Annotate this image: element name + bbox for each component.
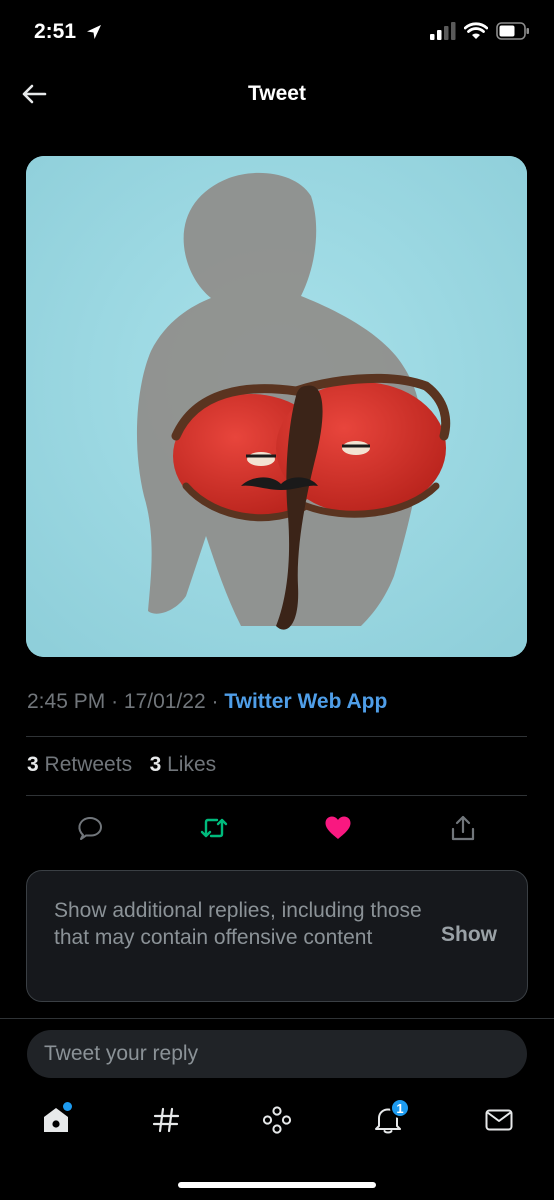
home-notification-dot bbox=[63, 1102, 72, 1111]
status-icons bbox=[430, 22, 530, 40]
retweets-count[interactable]: 3 bbox=[27, 753, 39, 776]
retweet-button[interactable] bbox=[194, 808, 234, 848]
like-icon bbox=[325, 816, 351, 839]
share-icon bbox=[451, 815, 475, 841]
tweet-actions bbox=[0, 808, 554, 848]
mail-icon bbox=[485, 1109, 513, 1131]
tweet-illustration bbox=[26, 156, 527, 657]
meta-separator: · bbox=[111, 690, 119, 713]
likes-label[interactable]: Likes bbox=[167, 753, 216, 776]
share-button[interactable] bbox=[443, 808, 483, 848]
tab-bar: 1 bbox=[0, 1090, 554, 1160]
divider bbox=[26, 736, 527, 737]
tab-home[interactable] bbox=[34, 1098, 78, 1142]
location-arrow-icon bbox=[87, 25, 101, 39]
reply-icon bbox=[78, 817, 102, 840]
reply-box[interactable] bbox=[27, 1030, 527, 1078]
tab-explore[interactable] bbox=[144, 1098, 188, 1142]
retweet-icon bbox=[200, 818, 228, 838]
hashtag-icon bbox=[152, 1107, 180, 1133]
tweet-meta: 2:45 PM · 17/01/22 · Twitter Web App bbox=[27, 690, 387, 714]
tweet-source-link[interactable]: Twitter Web App bbox=[224, 690, 387, 713]
spaces-icon bbox=[262, 1106, 292, 1134]
notifications-badge: 1 bbox=[390, 1098, 410, 1118]
retweets-label[interactable]: Retweets bbox=[45, 753, 133, 776]
battery-icon bbox=[496, 22, 529, 40]
meta-separator: · bbox=[211, 690, 219, 713]
page-title: Tweet bbox=[248, 82, 306, 105]
tweet-date: 17/01/22 bbox=[123, 690, 206, 713]
divider bbox=[26, 795, 527, 796]
tweet-time: 2:45 PM bbox=[27, 690, 106, 713]
wifi-icon bbox=[464, 22, 488, 39]
status-time: 2:51 bbox=[34, 20, 77, 43]
reply-button[interactable] bbox=[70, 808, 110, 848]
header: Tweet bbox=[0, 66, 554, 124]
divider bbox=[0, 1018, 554, 1019]
likes-count[interactable]: 3 bbox=[150, 753, 162, 776]
show-replies-button[interactable]: Show bbox=[441, 923, 497, 947]
cellular-signal-icon bbox=[430, 22, 456, 40]
tab-messages[interactable] bbox=[477, 1098, 521, 1142]
like-button[interactable] bbox=[318, 808, 358, 848]
tab-notifications[interactable]: 1 bbox=[366, 1098, 410, 1142]
reply-input[interactable] bbox=[27, 1030, 527, 1078]
tweet-stats: 3 Retweets 3 Likes bbox=[27, 753, 216, 777]
tab-spaces[interactable] bbox=[255, 1098, 299, 1142]
tweet-image[interactable] bbox=[26, 156, 527, 657]
notice-text: Show additional replies, including those… bbox=[54, 899, 422, 949]
additional-replies-notice: Show additional replies, including those… bbox=[26, 870, 528, 1002]
status-bar: 2:51 bbox=[0, 0, 554, 66]
home-indicator bbox=[178, 1182, 376, 1188]
